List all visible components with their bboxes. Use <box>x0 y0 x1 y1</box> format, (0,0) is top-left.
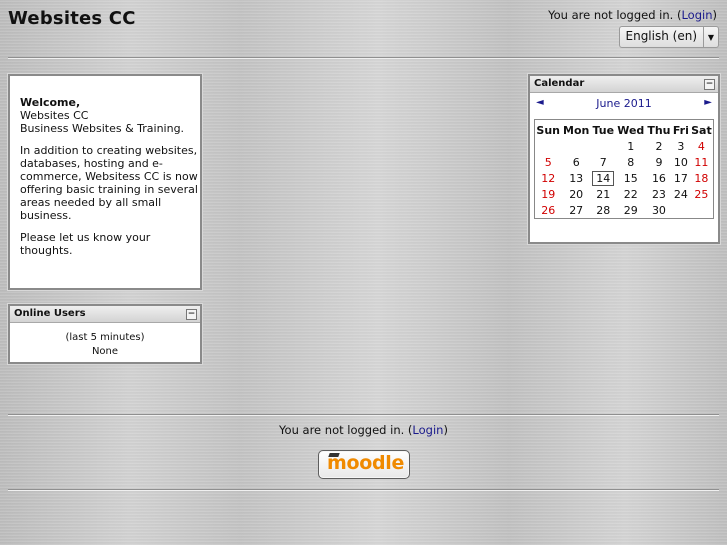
calendar-week-row: 19 20 21 22 23 24 25 <box>535 186 713 202</box>
site-title: Websites CC <box>8 8 136 29</box>
calendar-month-link[interactable]: June 2011 <box>530 97 718 110</box>
calendar-week-row: 5 6 7 8 9 10 11 <box>535 154 713 170</box>
calendar-day-header: Sat <box>691 123 712 137</box>
calendar-day[interactable]: 18 <box>690 170 713 186</box>
calendar-day[interactable]: 14 <box>591 170 616 186</box>
calendar-grid: Sun Mon Tue Wed Thu Fri Sat 1 2 3 4 5 6 7 8 9 10 11 12 13 1… <box>534 119 714 219</box>
calendar-day[interactable]: 24 <box>672 186 690 202</box>
footer-login-prefix: You are not logged in. ( <box>279 423 413 437</box>
calendar-day[interactable]: 4 <box>690 138 713 154</box>
login-prefix: You are not logged in. ( <box>548 8 682 22</box>
welcome-line-tagline: Business Websites & Training. <box>20 122 185 135</box>
collapse-icon[interactable]: − <box>186 309 197 320</box>
login-suffix: ) <box>712 8 718 22</box>
calendar-empty-cell <box>672 202 690 218</box>
calendar-table: Sun Mon Tue Wed Thu Fri Sat 1 2 3 4 5 6 7 8 9 10 11 12 13 1… <box>535 120 713 218</box>
calendar-day[interactable]: 21 <box>591 186 616 202</box>
welcome-intro: Welcome, Websites CC Business Websites &… <box>20 96 200 135</box>
calendar-empty-cell <box>690 202 713 218</box>
calendar-day[interactable]: 6 <box>561 154 591 170</box>
calendar-day[interactable]: 22 <box>616 186 646 202</box>
footer-login-suffix: ) <box>443 423 448 437</box>
calendar-day[interactable]: 13 <box>561 170 591 186</box>
moodle-logo-text: moodle <box>327 452 405 474</box>
calendar-day[interactable]: 8 <box>616 154 646 170</box>
calendar-nav: ◄ June 2011 ► <box>530 93 718 115</box>
calendar-day[interactable]: 3 <box>672 138 690 154</box>
calendar-day[interactable]: 23 <box>646 186 672 202</box>
calendar-day-header: Tue <box>592 123 615 137</box>
calendar-day[interactable]: 2 <box>646 138 672 154</box>
header-divider <box>8 57 719 59</box>
calendar-day[interactable]: 15 <box>616 170 646 186</box>
welcome-paragraph-feedback: Please let us know your thoughts. <box>20 231 151 257</box>
calendar-day[interactable]: 25 <box>690 186 713 202</box>
calendar-day[interactable]: 1 <box>616 138 646 154</box>
online-users-period: (last 5 minutes) <box>65 332 145 343</box>
calendar-day[interactable]: 12 <box>535 170 561 186</box>
login-info: You are not logged in. (Login) <box>548 8 717 22</box>
calendar-empty-cell <box>591 138 616 154</box>
footer-login-info: You are not logged in. (Login) <box>0 423 727 437</box>
calendar-header: Calendar − <box>530 76 718 93</box>
calendar-day[interactable]: 11 <box>690 154 713 170</box>
moodle-logo[interactable]: moodle <box>318 450 410 479</box>
welcome-paragraph-offer: In addition to creating websites, databa… <box>20 144 198 222</box>
calendar-day[interactable]: 30 <box>646 202 672 218</box>
calendar-day[interactable]: 26 <box>535 202 561 218</box>
calendar-day-header: Mon <box>563 123 590 137</box>
calendar-week-row: 1234 <box>535 138 713 154</box>
chevron-down-icon[interactable]: ▼ <box>703 27 718 47</box>
calendar-title: Calendar <box>534 78 585 89</box>
online-users-title: Online Users <box>14 308 86 319</box>
calendar-day-header: Sun <box>536 123 561 137</box>
calendar-day[interactable]: 16 <box>646 170 672 186</box>
calendar-day[interactable]: 28 <box>591 202 616 218</box>
calendar-week-row: 12 13 14 15 16 17 18 <box>535 170 713 186</box>
welcome-greeting: Welcome, <box>20 96 81 109</box>
calendar-week-row: 26 27 28 29 30 <box>535 202 713 218</box>
footer-divider-top <box>8 414 719 416</box>
calendar-day[interactable]: 20 <box>561 186 591 202</box>
calendar-day[interactable]: 10 <box>672 154 690 170</box>
collapse-icon[interactable]: − <box>704 79 715 90</box>
login-link[interactable]: Login <box>681 8 712 22</box>
next-month-icon[interactable]: ► <box>704 97 712 108</box>
calendar-day-header: Fri <box>672 123 689 137</box>
footer-login-link[interactable]: Login <box>412 423 443 437</box>
calendar-block: Calendar − ◄ June 2011 ► Sun Mon Tue Wed Thu… <box>528 74 720 244</box>
calendar-today-marker: 14 <box>592 170 615 186</box>
welcome-block: Welcome, Websites CC Business Websites &… <box>8 74 202 290</box>
online-users-value: None <box>91 346 119 357</box>
calendar-day-header: Thu <box>647 123 671 137</box>
welcome-line-company: Websites CC <box>20 109 89 122</box>
calendar-empty-cell <box>535 138 561 154</box>
calendar-day[interactable]: 19 <box>535 186 561 202</box>
calendar-day[interactable]: 17 <box>672 170 690 186</box>
language-select[interactable]: English (en) ▼ <box>618 26 719 48</box>
calendar-empty-cell <box>561 138 591 154</box>
calendar-day[interactable]: 27 <box>561 202 591 218</box>
calendar-day[interactable]: 29 <box>616 202 646 218</box>
footer-divider-bottom <box>8 489 719 491</box>
calendar-day[interactable]: 7 <box>591 154 616 170</box>
online-users-block: Online Users − (last 5 minutes) None <box>8 304 202 364</box>
calendar-day[interactable]: 9 <box>646 154 672 170</box>
language-value: English (en) <box>625 29 698 43</box>
online-users-header: Online Users − <box>10 306 200 323</box>
calendar-day[interactable]: 5 <box>535 154 561 170</box>
calendar-day-header: Wed <box>617 123 645 137</box>
